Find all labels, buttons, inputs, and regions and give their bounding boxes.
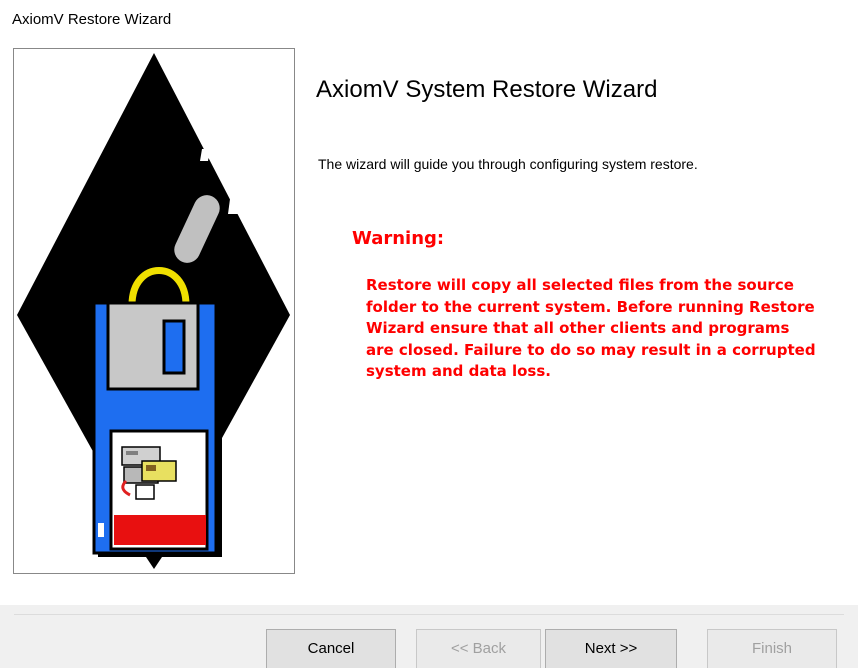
floppy-disk-restore-illustration-icon (17, 53, 290, 569)
warning-title: Warning: (352, 228, 445, 249)
warning-text: Restore will copy all selected files fro… (366, 276, 816, 380)
wizard-illustration-panel (13, 48, 295, 574)
finish-button[interactable]: Finish (707, 629, 837, 668)
cancel-button[interactable]: Cancel (266, 629, 396, 668)
wizard-footer: Cancel << Back Next >> Finish (0, 605, 858, 668)
footer-separator (14, 614, 844, 615)
back-button[interactable]: << Back (416, 629, 541, 668)
window-title: AxiomV Restore Wizard (12, 11, 172, 28)
wizard-heading: AxiomV System Restore Wizard (316, 76, 658, 103)
next-button[interactable]: Next >> (545, 629, 677, 668)
title-bar: AxiomV Restore Wizard (0, 0, 858, 36)
wizard-intro-text: The wizard will guide you through config… (318, 156, 698, 172)
